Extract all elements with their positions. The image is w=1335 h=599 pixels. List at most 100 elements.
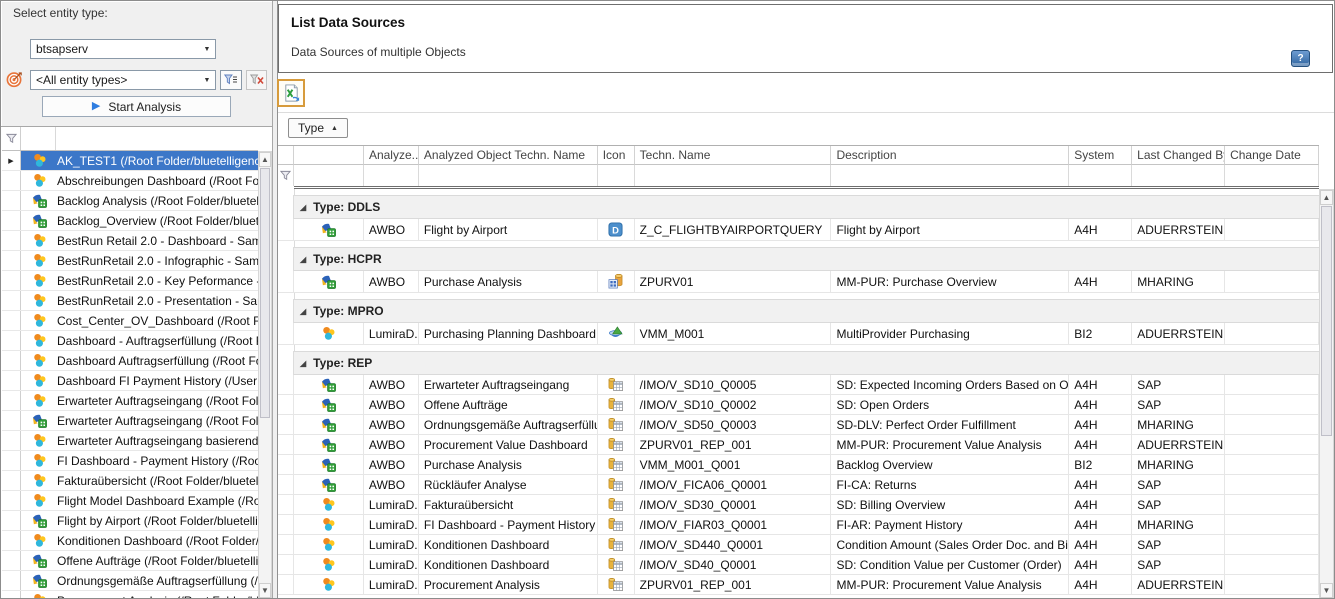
scroll-down-button[interactable]: ▼: [259, 583, 271, 598]
list-item[interactable]: BestRunRetail 2.0 - Presentation - Sampl: [2, 291, 258, 311]
column-header-change-date[interactable]: Change Date: [1225, 146, 1319, 165]
entity-type-dropdown[interactable]: <All entity types> ▼: [30, 70, 216, 90]
list-item[interactable]: Erwarteter Auftragseingang (/Root Folde: [2, 391, 258, 411]
group-expanded-icon[interactable]: ◢: [300, 359, 306, 368]
group-by-type-button[interactable]: Type ▲: [288, 118, 348, 138]
column-header-techn-name[interactable]: Techn. Name: [635, 146, 832, 165]
list-item[interactable]: Offene Aufträge (/Root Folder/bluetellig: [2, 551, 258, 571]
filter-cell[interactable]: [419, 165, 598, 186]
list-item[interactable]: Ordnungsgemäße Auftragserfüllung (/Ro: [2, 571, 258, 591]
list-item[interactable]: Dashboard - Auftragserfüllung (/Root Fo: [2, 331, 258, 351]
object-icon-cell: [294, 395, 364, 414]
group-row[interactable]: ◢Type: REP: [278, 351, 1319, 375]
list-item[interactable]: Flight Model Dashboard Example (/Root: [2, 491, 258, 511]
list-item[interactable]: Erwarteter Auftragseingang basierend a: [2, 431, 258, 451]
chevron-down-icon[interactable]: ▼: [199, 77, 215, 84]
table-row[interactable]: LumiraD...Fakturaübersicht/IMO/V_SD30_Q0…: [278, 495, 1319, 515]
table-row[interactable]: LumiraD...Konditionen Dashboard/IMO/V_SD…: [278, 555, 1319, 575]
list-item[interactable]: ▶AK_TEST1 (/Root Folder/bluetelligence/S: [2, 151, 258, 171]
list-filter-row[interactable]: [2, 127, 258, 151]
filter-row-indicator[interactable]: [278, 165, 294, 186]
row-indicator-cell: [278, 475, 294, 494]
scroll-thumb[interactable]: [1321, 206, 1332, 436]
table-vertical-scrollbar[interactable]: ▲ ▼: [1319, 189, 1334, 599]
list-item[interactable]: Abschreibungen Dashboard (/Root Folde: [2, 171, 258, 191]
list-vertical-scrollbar[interactable]: ▲ ▼: [258, 151, 272, 599]
list-item[interactable]: BestRun Retail 2.0 - Dashboard - Sample: [2, 231, 258, 251]
column-header-empty[interactable]: [294, 146, 364, 165]
analyzed-object-name-cell: Flight by Airport: [419, 219, 598, 240]
lumira-dashboard-icon: [32, 433, 47, 448]
row-indicator: [2, 231, 21, 250]
table-filter-row[interactable]: [278, 165, 1319, 186]
column-header-system[interactable]: System: [1069, 146, 1132, 165]
analyze-type-cell: AWBO: [364, 415, 419, 434]
list-item[interactable]: Dashboard FI Payment History (/User Fo: [2, 371, 258, 391]
list-item[interactable]: Backlog Analysis (/Root Folder/bluetelli…: [2, 191, 258, 211]
export-to-excel-button[interactable]: [277, 79, 305, 107]
group-expanded-icon[interactable]: ◢: [300, 255, 306, 264]
group-expanded-icon[interactable]: ◢: [300, 307, 306, 316]
table-row[interactable]: LumiraD...Konditionen Dashboard/IMO/V_SD…: [278, 535, 1319, 555]
column-header-empty[interactable]: [278, 146, 294, 165]
clear-filter-button[interactable]: [246, 70, 267, 90]
scroll-up-button[interactable]: ▲: [1320, 190, 1333, 205]
filter-cell[interactable]: [635, 165, 832, 186]
table-row[interactable]: AWBORückläufer Analyse/IMO/V_FICA06_Q000…: [278, 475, 1319, 495]
analyze-type-cell: AWBO: [364, 455, 419, 474]
scroll-thumb[interactable]: [260, 168, 270, 418]
filter-settings-button[interactable]: [220, 70, 242, 90]
table-row[interactable]: AWBOProcurement Value DashboardZPURV01_R…: [278, 435, 1319, 455]
system-cell: A4H: [1069, 271, 1132, 292]
filter-cell[interactable]: [598, 165, 635, 186]
table-row[interactable]: AWBOPurchase AnalysisZPURV01MM-PUR: Purc…: [278, 271, 1319, 293]
table-row[interactable]: LumiraD...FI Dashboard - Payment History…: [278, 515, 1319, 535]
list-item[interactable]: Flight by Airport (/Root Folder/bluetell…: [2, 511, 258, 531]
row-indicator: [2, 271, 21, 290]
table-row[interactable]: AWBOOrdnungsgemäße Auftragserfüllung/IMO…: [278, 415, 1319, 435]
table-row[interactable]: AWBOPurchase AnalysisVMM_M001_Q001Backlo…: [278, 455, 1319, 475]
column-header-analyze[interactable]: Analyze...: [364, 146, 419, 165]
column-header-last-changed-by[interactable]: Last Changed By: [1132, 146, 1225, 165]
group-expanded-icon[interactable]: ◢: [300, 203, 306, 212]
list-item[interactable]: Erwarteter Auftragseingang (/Root Folde: [2, 411, 258, 431]
column-header-analyzed-object-techn-name[interactable]: Analyzed Object Techn. Name: [419, 146, 598, 165]
list-item[interactable]: Dashboard Auftragserfüllung (/Root Fold: [2, 351, 258, 371]
scroll-down-button[interactable]: ▼: [1320, 583, 1333, 598]
list-filter-icon-cell[interactable]: [21, 127, 56, 150]
list-item-icon-cell: [21, 533, 57, 548]
group-row[interactable]: ◢Type: HCPR: [278, 247, 1319, 271]
list-item[interactable]: FI Dashboard - Payment History (/Root F: [2, 451, 258, 471]
list-item[interactable]: Cost_Center_OV_Dashboard (/Root Fold: [2, 311, 258, 331]
filter-cell[interactable]: [1069, 165, 1132, 186]
chevron-down-icon[interactable]: ▼: [199, 46, 215, 53]
row-indicator-cell: [278, 435, 294, 454]
column-header-icon[interactable]: Icon: [598, 146, 635, 165]
filter-cell[interactable]: [1132, 165, 1225, 186]
filter-cell[interactable]: [364, 165, 419, 186]
start-analysis-button[interactable]: ▶ Start Analysis: [42, 96, 231, 117]
list-item[interactable]: Procurement Analysis (/Root Folder/blu: [2, 591, 258, 599]
table-row[interactable]: AWBOOffene Aufträge/IMO/V_SD10_Q0002SD: …: [278, 395, 1319, 415]
group-row[interactable]: ◢Type: MPRO: [278, 299, 1319, 323]
table-row[interactable]: AWBOFlight by AirportDZ_C_FLIGHTBYAIRPOR…: [278, 219, 1319, 241]
list-item[interactable]: BestRunRetail 2.0 - Infographic - Sample: [2, 251, 258, 271]
group-row[interactable]: ◢Type: DDLS: [278, 195, 1319, 219]
list-item[interactable]: Backlog_Overview (/Root Folder/bluetell: [2, 211, 258, 231]
filter-cell[interactable]: [1225, 165, 1319, 186]
system-dropdown[interactable]: btsapserv ▼: [30, 39, 216, 59]
table-row[interactable]: AWBOErwarteter Auftragseingang/IMO/V_SD1…: [278, 375, 1319, 395]
list-item[interactable]: Fakturaübersicht (/Root Folder/bluetelli…: [2, 471, 258, 491]
table-row[interactable]: LumiraD...Procurement AnalysisZPURV01_RE…: [278, 575, 1319, 595]
scroll-up-button[interactable]: ▲: [259, 152, 271, 167]
list-item[interactable]: BestRunRetail 2.0 - Key Peformance - Sa: [2, 271, 258, 291]
filter-cell[interactable]: [294, 165, 364, 186]
list-item-icon-cell: [21, 473, 57, 488]
row-indicator: [2, 531, 21, 550]
list-item-icon-cell: [21, 313, 57, 328]
list-item[interactable]: Konditionen Dashboard (/Root Folder/blu: [2, 531, 258, 551]
help-icon[interactable]: ?: [1291, 50, 1310, 67]
table-row[interactable]: LumiraD...Purchasing Planning DashboardV…: [278, 323, 1319, 345]
filter-cell[interactable]: [831, 165, 1069, 186]
column-header-description[interactable]: Description: [831, 146, 1069, 165]
